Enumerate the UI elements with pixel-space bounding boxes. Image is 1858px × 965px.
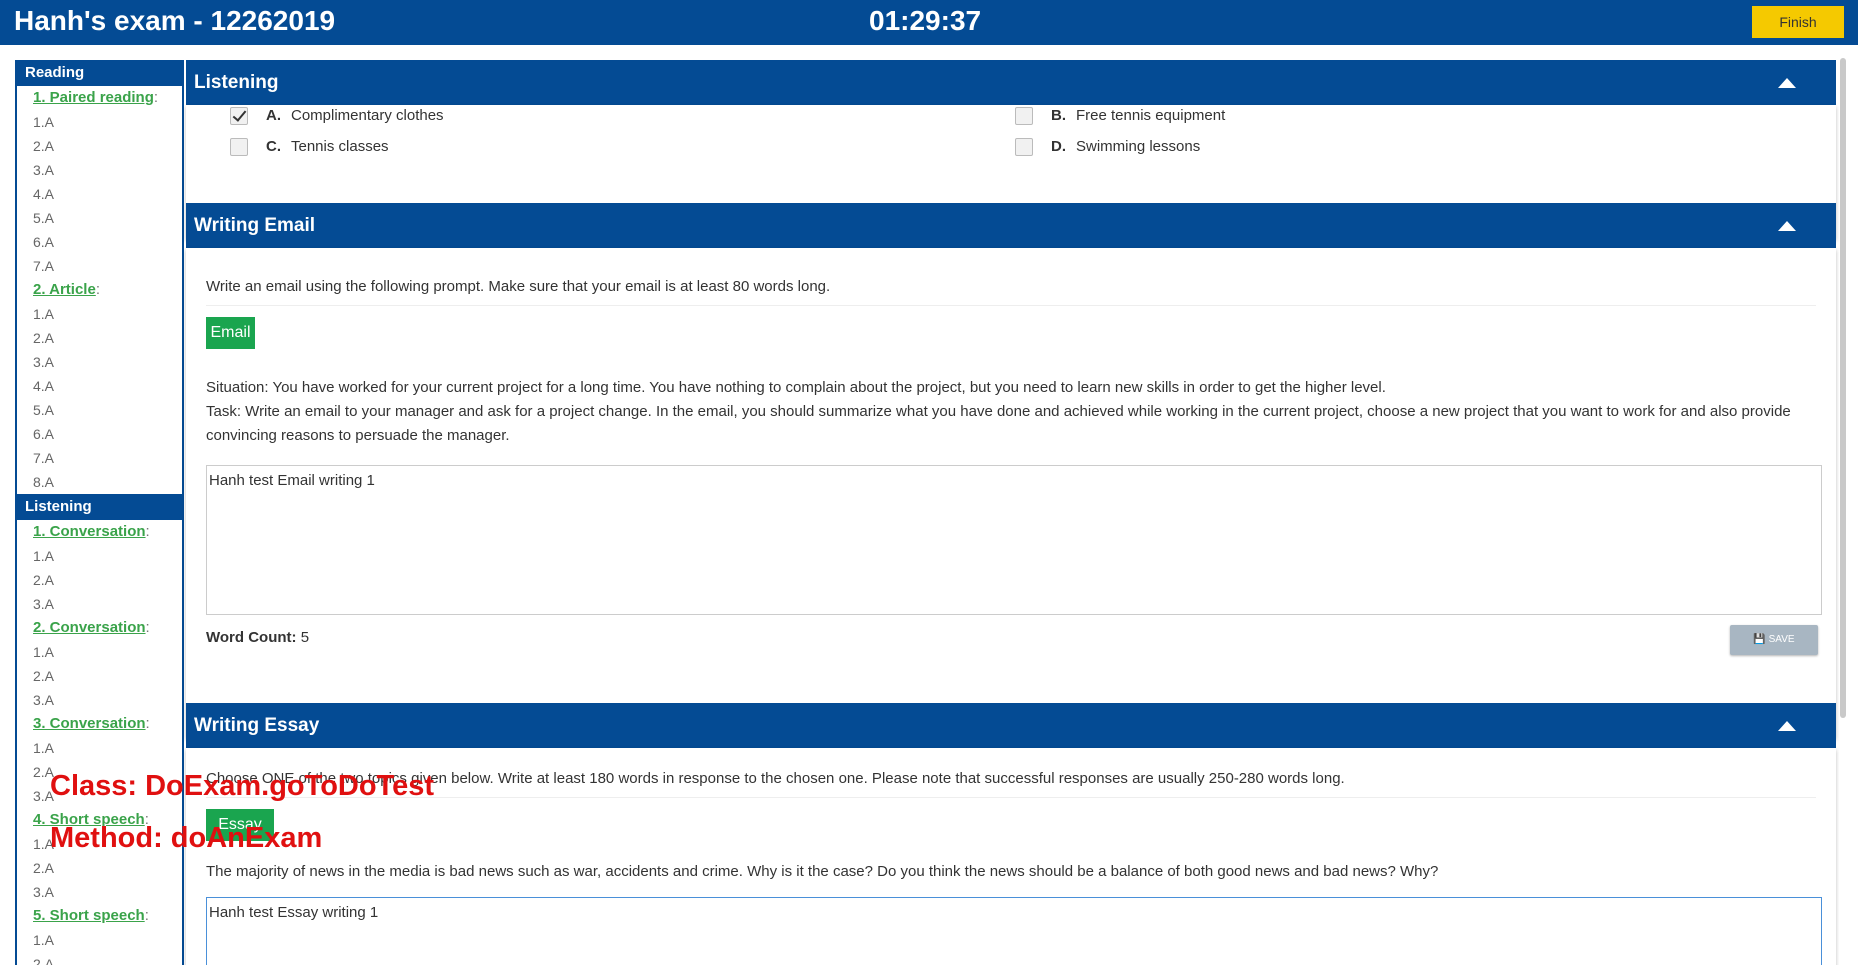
sidebar-question-item[interactable]: 1.A <box>17 302 182 326</box>
sidebar-question-item[interactable]: 1.A <box>17 640 182 664</box>
countdown-timer: 01:29:37 <box>869 5 982 36</box>
sidebar-question-item[interactable]: 2.A <box>17 568 182 592</box>
checkbox-icon[interactable] <box>1015 138 1033 157</box>
panel-title: Listening <box>194 72 279 93</box>
sidebar-link-short-speech-5[interactable]: 5. Short speech: <box>17 904 182 928</box>
finish-button[interactable]: Finish <box>1752 6 1844 38</box>
sidebar-question-item[interactable]: 4.A <box>17 182 182 206</box>
sidebar-question-item[interactable]: 3.A <box>17 350 182 374</box>
sidebar-question-item[interactable]: 3.A <box>17 592 182 616</box>
divider <box>206 797 1816 798</box>
answer-option-b[interactable]: B. Free tennis equipment <box>1015 107 1225 126</box>
divider <box>206 305 1816 306</box>
email-instruction: Write an email using the following promp… <box>206 278 831 295</box>
sidebar-question-item[interactable]: 8.A <box>17 470 182 494</box>
email-prompt: Situation: You have worked for your curr… <box>206 376 1816 448</box>
exam-title: Hanh's exam - 12262019 <box>14 5 336 36</box>
sidebar-question-item[interactable]: 7.A <box>17 446 182 470</box>
sidebar-question-item[interactable]: 5.A <box>17 206 182 230</box>
sidebar-link-conversation-1[interactable]: 1. Conversation: <box>17 520 182 544</box>
sidebar-question-item[interactable]: 1.A <box>17 110 182 134</box>
sidebar-question-item[interactable]: 1.A <box>17 928 182 952</box>
sidebar-question-item[interactable]: 2.A <box>17 134 182 158</box>
sidebar-question-item[interactable]: 3.A <box>17 880 182 904</box>
sidebar-question-item[interactable]: 2.A <box>17 952 182 965</box>
collapse-caret-icon[interactable] <box>1778 721 1796 731</box>
collapse-caret-icon[interactable] <box>1778 221 1796 231</box>
sidebar-link-conversation-2[interactable]: 2. Conversation: <box>17 616 182 640</box>
email-situation: Situation: You have worked for your curr… <box>206 379 1386 396</box>
panel-title: Writing Essay <box>194 715 320 736</box>
checkbox-icon[interactable] <box>230 138 248 157</box>
sidebar-question-item[interactable]: 3.A <box>17 688 182 712</box>
save-button[interactable]: 💾 SAVE <box>1730 625 1818 655</box>
word-count-value: 5 <box>300 629 310 646</box>
word-count: Word Count: 5 <box>206 629 310 646</box>
vertical-scrollbar[interactable] <box>1840 58 1846 718</box>
answer-option-d[interactable]: D. Swimming lessons <box>1015 138 1200 157</box>
collapse-caret-icon[interactable] <box>1778 78 1796 88</box>
sidebar-question-item[interactable]: 3.A <box>17 158 182 182</box>
checkbox-icon[interactable] <box>1015 107 1033 126</box>
sidebar-question-item[interactable]: 2.A <box>17 856 182 880</box>
email-task: Task: Write an email to your manager and… <box>206 403 1791 444</box>
top-bar: Hanh's exam - 12262019 01:29:37 Finish <box>0 0 1858 45</box>
method-annotation: Method: doAnExam <box>50 822 323 854</box>
essay-prompt: The majority of news in the media is bad… <box>206 863 1439 880</box>
sidebar-section-reading: Reading <box>17 60 182 86</box>
writing-email-panel-header[interactable]: Writing Email <box>186 203 1836 248</box>
essay-answer-textarea[interactable]: Hanh test Essay writing 1 <box>206 897 1822 965</box>
sidebar-question-item[interactable]: 7.A <box>17 254 182 278</box>
class-annotation: Class: DoExam.goToDoTest <box>50 770 435 802</box>
answer-option-a[interactable]: A. Complimentary clothes <box>230 107 444 126</box>
sidebar-question-item[interactable]: 6.A <box>17 422 182 446</box>
writing-email-panel-body: Write an email using the following promp… <box>186 248 1836 738</box>
writing-essay-panel-header[interactable]: Writing Essay <box>186 703 1836 748</box>
email-tag-button[interactable]: Email <box>206 317 255 349</box>
checkbox-checked-icon[interactable] <box>230 107 248 126</box>
panel-title: Writing Email <box>194 215 316 236</box>
sidebar-section-listening: Listening <box>17 494 182 520</box>
sidebar-question-item[interactable]: 4.A <box>17 374 182 398</box>
listening-panel-header[interactable]: Listening <box>186 60 1836 105</box>
answer-option-c[interactable]: C. Tennis classes <box>230 138 389 157</box>
sidebar-question-item[interactable]: 1.A <box>17 544 182 568</box>
sidebar-question-item[interactable]: 5.A <box>17 398 182 422</box>
sidebar-link-conversation-3[interactable]: 3. Conversation: <box>17 712 182 736</box>
sidebar-question-item[interactable]: 1.A <box>17 736 182 760</box>
sidebar-link-article[interactable]: 2. Article: <box>17 278 182 302</box>
sidebar-question-item[interactable]: 2.A <box>17 326 182 350</box>
sidebar-link-paired-reading[interactable]: 1. Paired reading: <box>17 86 182 110</box>
main-content: Listening A. Complimentary clothes B. Free… <box>182 58 1839 965</box>
email-answer-textarea[interactable]: Hanh test Email writing 1 <box>206 465 1822 615</box>
sidebar-question-item[interactable]: 2.A <box>17 664 182 688</box>
sidebar-question-item[interactable]: 6.A <box>17 230 182 254</box>
